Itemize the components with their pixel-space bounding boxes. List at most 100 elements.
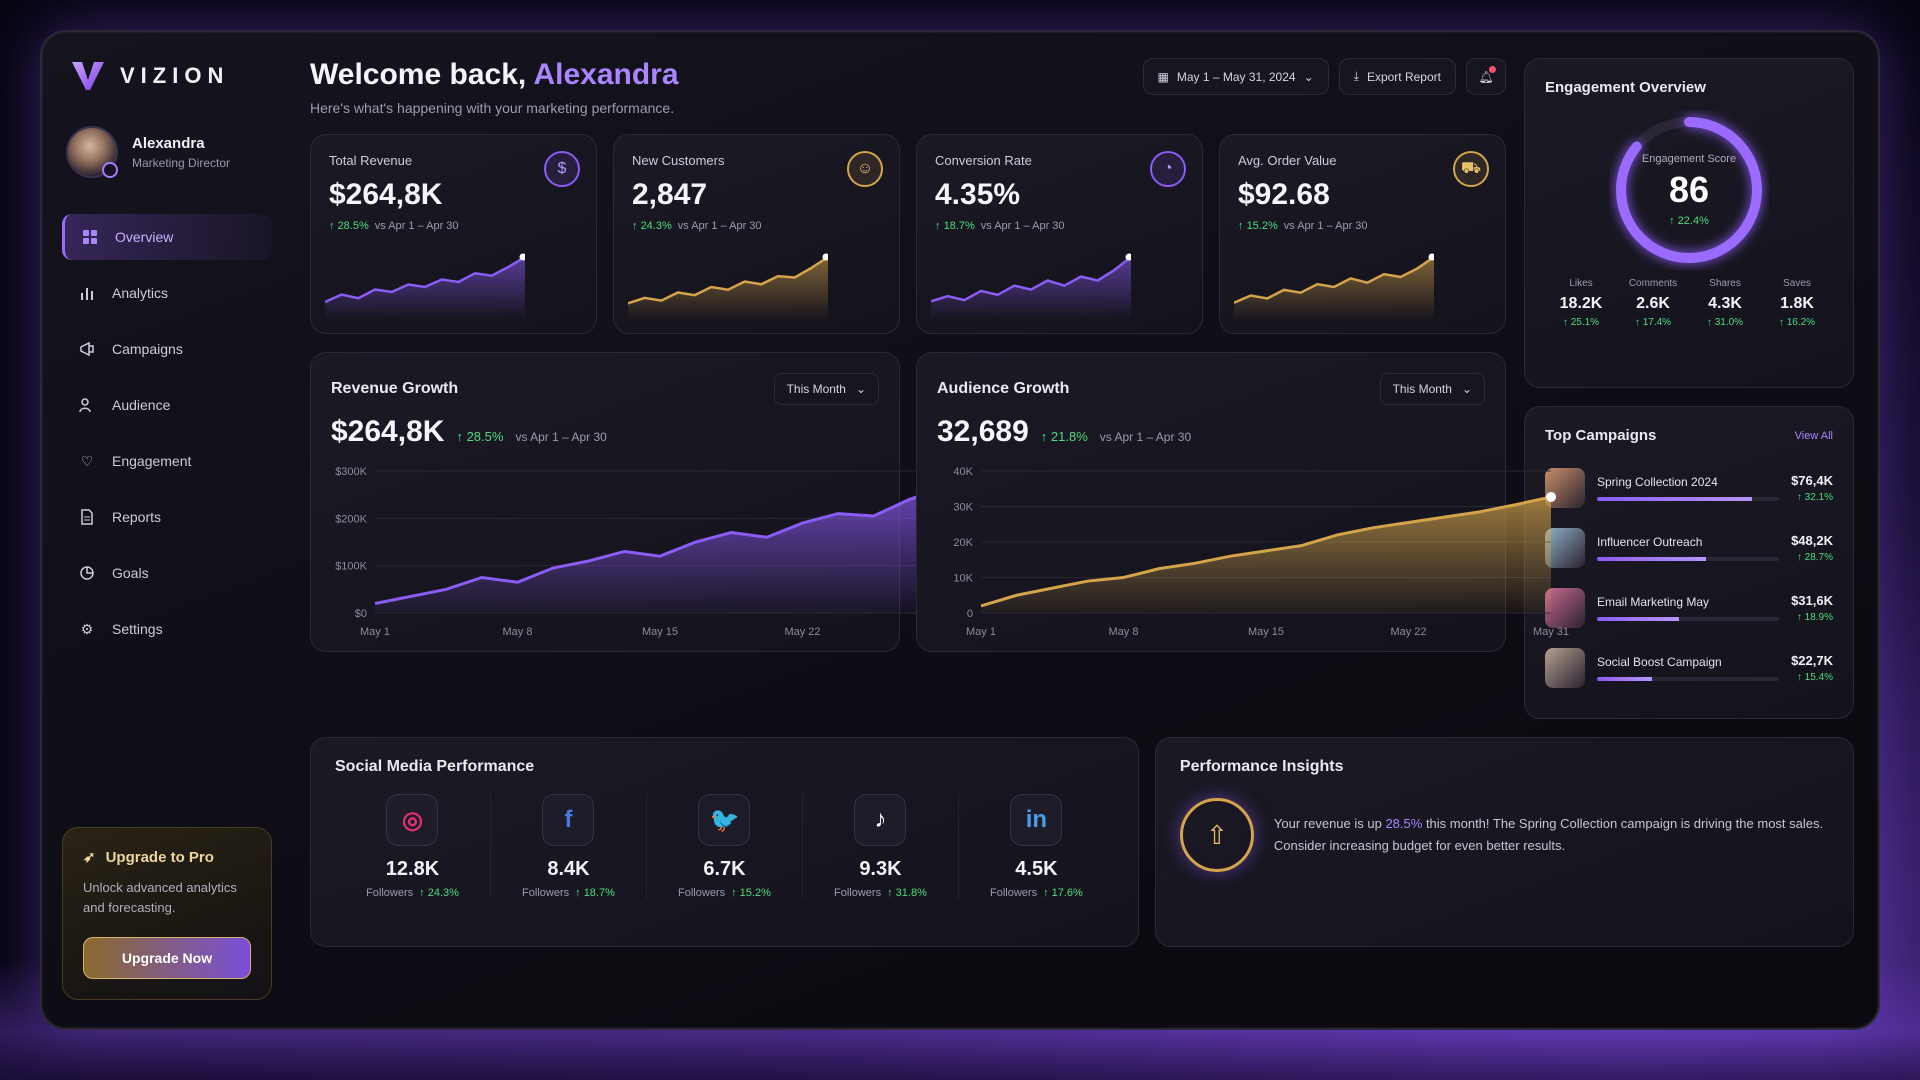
campaign-row[interactable]: Email Marketing May $31,6K ↑ 18.9%	[1545, 578, 1833, 638]
stat-value: 2.6K	[1636, 295, 1670, 312]
series-area	[375, 487, 945, 613]
pie-icon	[78, 564, 96, 582]
kpi-card[interactable]: Total Revenue $264,8K ↑ 28.5% vs Apr 1 – …	[310, 134, 597, 334]
y-tick-label: $0	[355, 608, 367, 620]
user-name: Alexandra	[132, 134, 205, 152]
campaign-row[interactable]: Influencer Outreach $48,2K ↑ 28.7%	[1545, 518, 1833, 578]
top-row: Welcome back, Alexandra Here's what's ha…	[310, 58, 1854, 719]
upgrade-now-button[interactable]: Upgrade Now	[83, 937, 251, 979]
pie-chart-icon: ◔	[1150, 151, 1186, 187]
stat-label: Likes	[1569, 278, 1593, 289]
social-meta: Followers ↑ 15.2%	[678, 887, 771, 899]
view-all-link[interactable]: View All	[1795, 430, 1833, 442]
campaign-name: Email Marketing May	[1597, 595, 1710, 609]
social-meta: Followers ↑ 31.8%	[834, 887, 927, 899]
gear-icon: ⚙	[80, 620, 94, 637]
kpi-value: 4.35%	[935, 178, 1021, 211]
sidebar-item-label: Settings	[112, 621, 163, 637]
social-item-tiktok[interactable]: ♪ 9.3K Followers ↑ 31.8%	[803, 794, 959, 899]
kpi-card[interactable]: New Customers 2,847 ↑ 24.3% vs Apr 1 – Ap…	[613, 134, 900, 334]
main-content: Welcome back, Alexandra Here's what's ha…	[292, 32, 1878, 1028]
x-tick-label: May 1	[966, 626, 996, 638]
kpi-sparkline	[628, 253, 828, 321]
download-icon: ⤓	[1353, 69, 1359, 83]
brand-name: VIZION	[120, 63, 230, 88]
page-subtitle: Here's what's happening with your market…	[310, 100, 675, 116]
export-report-button[interactable]: ⤓ Export Report	[1338, 58, 1456, 95]
engagement-gauge: Engagement Score 86 ↑ 22.4%	[1609, 110, 1769, 270]
revenue-growth-delta: ↑ 28.5%	[456, 429, 504, 444]
avatar	[66, 126, 118, 178]
status-dot	[102, 162, 118, 178]
campaign-name: Social Boost Campaign	[1597, 655, 1722, 669]
date-range-picker[interactable]: ▦ May 1 – May 31, 2024 ⌄	[1142, 58, 1329, 95]
upgrade-card: ➶ Upgrade to Pro Unlock advanced analyti…	[62, 827, 272, 1000]
series-endpoint	[1546, 491, 1556, 502]
x-tick-label: May 31	[1533, 626, 1569, 638]
revenue-growth-value: $264,8K	[331, 415, 445, 448]
campaign-progress	[1597, 497, 1780, 501]
campaign-row[interactable]: Social Boost Campaign $22,7K ↑ 15.4%	[1545, 638, 1833, 698]
upgrade-text: Unlock advanced analytics and forecastin…	[83, 880, 237, 915]
sidebar-item-reports[interactable]: Reports	[62, 494, 272, 540]
y-tick-label: 40K	[953, 466, 973, 478]
dashboard-window: VIZION Alexandra Marketing Director Over…	[40, 30, 1880, 1030]
audience-period-select[interactable]: This Month ⌄	[1379, 373, 1485, 405]
heart-icon: ♡	[80, 452, 94, 469]
select-value: This Month	[786, 382, 846, 396]
kpi-row: Total Revenue $264,8K ↑ 28.5% vs Apr 1 – …	[310, 134, 1506, 334]
campaign-row[interactable]: Spring Collection 2024 $76,4K ↑ 32.1%	[1545, 458, 1833, 518]
sidebar-item-engagement[interactable]: ♡ Engagement	[62, 438, 272, 484]
notifications-button[interactable]: 🔔︎	[1466, 58, 1506, 95]
date-range-label: May 1 – May 31, 2024	[1176, 69, 1296, 84]
social-item-instagram[interactable]: ◎ 12.8K Followers ↑ 24.3%	[335, 794, 491, 899]
kpi-card[interactable]: Avg. Order Value $92.68 ↑ 15.2% vs Apr 1 …	[1219, 134, 1506, 334]
kpi-title: Total Revenue	[329, 153, 413, 168]
user-profile[interactable]: Alexandra Marketing Director	[62, 126, 272, 178]
social-item-twitter[interactable]: 🐦 6.7K Followers ↑ 15.2%	[647, 794, 803, 899]
chevron-down-icon: ⌄	[1303, 69, 1314, 84]
gauge-value: 86	[1668, 169, 1710, 210]
chevron-down-icon: ⌄	[855, 382, 866, 396]
social-meta: Followers ↑ 24.3%	[366, 887, 459, 899]
campaign-list: Spring Collection 2024 $76,4K ↑ 32.1% In…	[1545, 458, 1833, 698]
sidebar-item-analytics[interactable]: Analytics	[62, 270, 272, 316]
brand-logo[interactable]: VIZION	[62, 60, 272, 92]
tiktok-icon: ♪	[854, 794, 907, 846]
facebook-icon: f	[542, 794, 595, 846]
sidebar-item-audience[interactable]: Audience	[62, 382, 272, 428]
bottom-row: Social Media Performance ◎ 12.8K Followe…	[310, 737, 1854, 947]
social-item-linkedin[interactable]: in 4.5K Followers ↑ 17.6%	[959, 794, 1114, 899]
sidebar-item-label: Overview	[115, 229, 174, 245]
kpi-sparkline	[931, 253, 1131, 321]
insight-icon: ⇧	[1179, 798, 1254, 872]
instagram-icon: ◎	[386, 794, 439, 846]
kpi-card[interactable]: Conversion Rate 4.35% ↑ 18.7% vs Apr 1 – …	[916, 134, 1203, 334]
x-tick-label: May 15	[642, 626, 678, 638]
stat-value: 18.2K	[1559, 295, 1603, 312]
sidebar-item-settings[interactable]: ⚙ Settings	[62, 606, 272, 652]
campaign-delta: ↑ 28.7%	[1796, 552, 1833, 563]
kpi-value: $264,8K	[329, 178, 443, 211]
campaign-name: Spring Collection 2024	[1597, 475, 1718, 489]
sidebar: VIZION Alexandra Marketing Director Over…	[42, 32, 292, 1028]
kpi-sparkline	[1234, 253, 1434, 321]
kpi-delta: ↑ 24.3% vs Apr 1 – Apr 30	[632, 220, 762, 232]
revenue-period-select[interactable]: This Month ⌄	[773, 373, 879, 405]
x-tick-label: May 15	[1248, 626, 1284, 638]
kpi-title: New Customers	[632, 153, 725, 168]
megaphone-icon	[78, 340, 96, 358]
sidebar-item-label: Goals	[112, 565, 149, 581]
cart-icon: ⛟	[1453, 151, 1489, 187]
kpi-delta: ↑ 18.7% vs Apr 1 – Apr 30	[935, 220, 1065, 232]
top-campaigns-title: Top Campaigns	[1545, 427, 1657, 444]
social-item-facebook[interactable]: f 8.4K Followers ↑ 18.7%	[491, 794, 647, 899]
sidebar-item-overview[interactable]: Overview	[62, 214, 272, 260]
engagement-stat: Shares 4.3K ↑ 31.0%	[1689, 278, 1761, 328]
sidebar-item-goals[interactable]: Goals	[62, 550, 272, 596]
rocket-icon: ➶	[83, 849, 96, 866]
social-meta: Followers ↑ 18.7%	[522, 887, 615, 899]
stat-delta: ↑ 16.2%	[1778, 317, 1816, 328]
page-header: Welcome back, Alexandra Here's what's ha…	[310, 58, 1506, 116]
sidebar-item-campaigns[interactable]: Campaigns	[62, 326, 272, 372]
